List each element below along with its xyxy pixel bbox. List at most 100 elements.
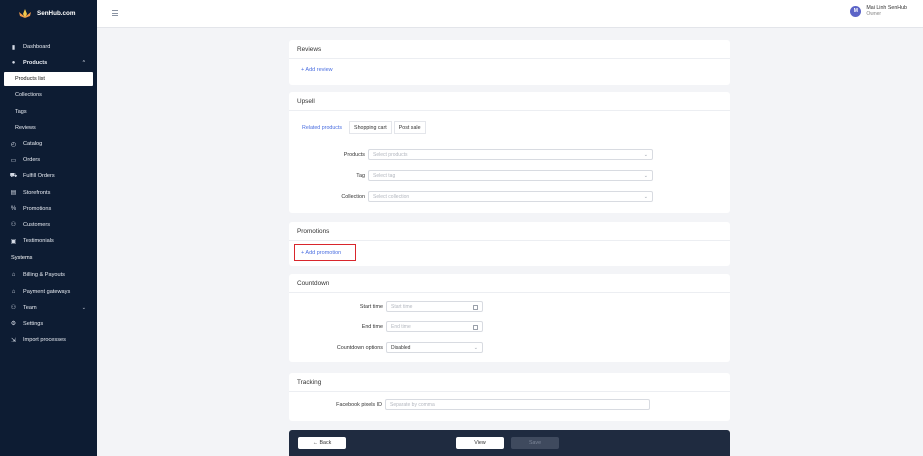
tab-related-products[interactable]: Related products: [297, 121, 348, 134]
customers-icon: ⚇: [10, 222, 17, 229]
sidebar-item-collections[interactable]: Collections: [0, 87, 97, 103]
tab-shopping-cart[interactable]: Shopping cart: [349, 121, 392, 134]
reviews-title: Reviews: [289, 40, 730, 59]
upsell-tabs: Related products Shopping cart Post sale: [289, 111, 730, 134]
countdown-card: Countdown Start time Start time End time…: [289, 274, 730, 362]
sidebar-item-label: Promotions: [23, 205, 52, 212]
calendar-icon: [473, 304, 478, 310]
sidebar-item-billing-payouts[interactable]: ⌂ Billing & Payouts: [0, 267, 97, 283]
sidebar-section-systems: Systems: [11, 255, 33, 262]
start-time-label: Start time: [359, 303, 383, 310]
sidebar-item-promotions[interactable]: % Promotions: [0, 201, 97, 217]
countdown-title: Countdown: [289, 274, 730, 293]
add-review-link[interactable]: + Add review: [301, 67, 333, 73]
testimonial-icon: ▣: [10, 238, 17, 245]
lotus-logo-icon: [17, 8, 33, 19]
save-button[interactable]: Save: [511, 437, 559, 449]
user-menu[interactable]: M Mai Linh SenHub Owner: [850, 5, 907, 17]
countdown-options-row: Countdown options Disabled ⌄: [316, 342, 483, 353]
top-header: M Mai Linh SenHub Owner: [97, 0, 923, 28]
bank-icon: ⌂: [11, 288, 16, 295]
end-time-row: End time End time: [316, 321, 483, 332]
calendar-icon: [473, 324, 478, 330]
add-promotion-label: + Add promotion: [301, 249, 342, 256]
add-promotion-button[interactable]: + Add promotion: [294, 244, 356, 261]
chevron-down-icon: ⌄: [643, 151, 648, 158]
team-icon: ⚇: [10, 305, 17, 312]
sidebar-item-label: Testimonials: [23, 238, 54, 245]
tag-select[interactable]: Select tag ⌄: [368, 170, 653, 181]
hamburger-menu-icon[interactable]: [112, 10, 118, 16]
tab-post-sale[interactable]: Post sale: [393, 121, 426, 134]
start-time-input[interactable]: Start time: [386, 301, 483, 312]
countdown-options-label: Countdown options: [336, 344, 383, 351]
chevron-down-icon: ⌄: [643, 172, 648, 179]
brand-name: SenHub.com: [37, 10, 76, 17]
catalog-icon: ◴: [10, 141, 17, 148]
reviews-card: Reviews + Add review: [289, 40, 730, 85]
orders-icon: ▭: [10, 157, 17, 164]
sidebar-item-testimonials[interactable]: ▣ Testimonials: [0, 233, 97, 249]
sidebar-item-label: Payment gateways: [23, 288, 71, 295]
sidebar-item-tags[interactable]: Tags: [0, 104, 97, 120]
avatar: M: [850, 5, 862, 17]
start-time-row: Start time Start time: [316, 301, 483, 312]
sidebar-item-dashboard[interactable]: ▮ Dashboard: [0, 39, 97, 55]
upsell-title: Upsell: [289, 92, 730, 111]
end-time-input[interactable]: End time: [386, 321, 483, 332]
sidebar-item-label: Team: [23, 304, 37, 311]
bottom-action-bar: ← Back View Save: [289, 430, 730, 456]
brand-logo[interactable]: SenHub.com: [0, 0, 97, 27]
sidebar: SenHub.com ▮ Dashboard ● Products ⌃ Product…: [0, 0, 97, 456]
sidebar-item-catalog[interactable]: ◴ Catalog: [0, 136, 97, 152]
sidebar-item-label: Storefronts: [23, 189, 51, 196]
bar-chart-icon: ▮: [11, 44, 16, 51]
fulfill-icon: ⛟: [9, 173, 18, 180]
user-role: Owner: [866, 11, 882, 18]
countdown-options-select[interactable]: Disabled ⌄: [386, 342, 483, 353]
products-select[interactable]: Select products ⌄: [368, 149, 653, 160]
tag-label: Tag: [356, 172, 365, 179]
sidebar-item-label: Billing & Payouts: [23, 272, 65, 279]
import-icon: ⇲: [10, 337, 17, 344]
collection-select[interactable]: Select collection ⌄: [368, 191, 653, 202]
sidebar-item-orders[interactable]: ▭ Orders: [0, 152, 97, 168]
sidebar-item-settings[interactable]: ⚙ Settings: [0, 316, 97, 332]
facebook-pixel-input[interactable]: Separate by comma: [385, 399, 650, 410]
storefront-icon: ▤: [10, 190, 17, 197]
sidebar-item-label: Settings: [23, 320, 44, 327]
sidebar-item-label: Import processes: [23, 337, 66, 344]
end-time-label: End time: [361, 323, 383, 330]
products-field-row: Products Select products ⌄: [324, 149, 653, 160]
chevron-down-icon: ⌄: [81, 304, 86, 311]
sidebar-item-storefronts[interactable]: ▤ Storefronts: [0, 185, 97, 201]
promotions-title: Promotions: [289, 222, 730, 241]
sidebar-item-label: Products: [23, 60, 48, 67]
box-icon: ●: [11, 60, 16, 67]
sidebar-nav: ▮ Dashboard ● Products ⌃ Products list Coll…: [0, 39, 97, 348]
chevron-down-icon: ⌄: [643, 193, 648, 200]
chevron-down-icon: ⌄: [473, 344, 478, 351]
sidebar-item-label: Fulfill Orders: [23, 173, 55, 180]
sidebar-item-label: Catalog: [23, 141, 43, 148]
sidebar-item-label: Orders: [23, 157, 41, 164]
settings-icon: ⚙: [10, 321, 17, 328]
sidebar-item-fulfill-orders[interactable]: ⛟ Fulfill Orders: [0, 168, 97, 184]
sidebar-item-products-list[interactable]: Products list: [4, 72, 93, 87]
sidebar-item-payment-gateways[interactable]: ⌂ Payment gateways: [0, 283, 97, 299]
sidebar-item-customers[interactable]: ⚇ Customers: [0, 217, 97, 233]
back-button[interactable]: ← Back: [298, 437, 346, 449]
sidebar-item-team[interactable]: ⚇ Team ⌄: [0, 300, 97, 316]
tracking-card: Tracking Facebook pixels ID Separate by …: [289, 373, 730, 421]
sidebar-item-products[interactable]: ● Products ⌃: [0, 55, 97, 71]
facebook-pixel-label: Facebook pixels ID: [336, 401, 382, 408]
tracking-title: Tracking: [289, 373, 730, 392]
sidebar-item-import-processes[interactable]: ⇲ Import processes: [0, 332, 97, 348]
tag-field-row: Tag Select tag ⌄: [324, 170, 653, 181]
bank-icon: ⌂: [11, 272, 16, 279]
upsell-card: Upsell Related products Shopping cart Po…: [289, 92, 730, 213]
sidebar-item-label: Dashboard: [23, 44, 51, 51]
collection-field-row: Collection Select collection ⌄: [324, 191, 653, 202]
sidebar-item-reviews[interactable]: Reviews: [0, 120, 97, 136]
view-button[interactable]: View: [456, 437, 504, 449]
